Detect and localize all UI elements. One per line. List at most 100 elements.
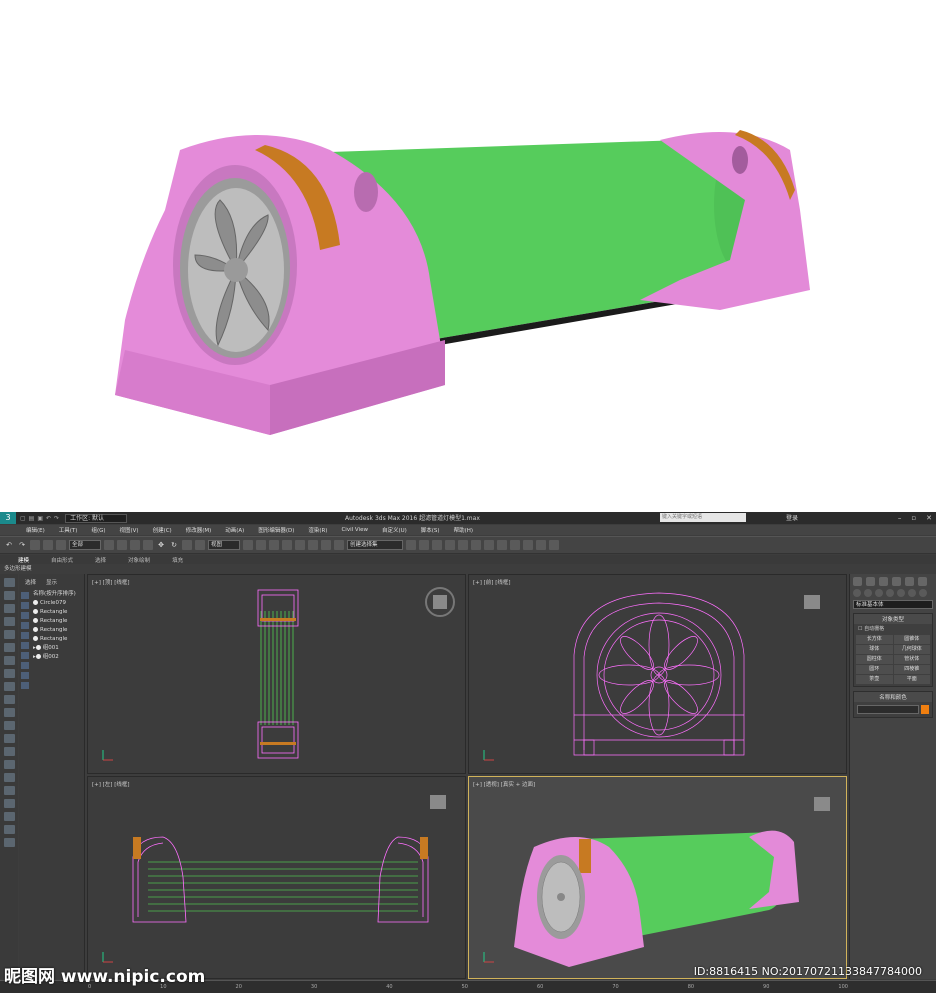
viewport-label[interactable]: [+] [左] [线框] bbox=[92, 780, 129, 788]
render-iterative-icon[interactable] bbox=[536, 540, 546, 550]
filter-container-icon[interactable] bbox=[21, 682, 29, 689]
tube-button[interactable]: 管状体 bbox=[893, 655, 930, 664]
cylinder-button[interactable]: 圆柱体 bbox=[856, 655, 893, 664]
angle-snap-icon[interactable] bbox=[295, 540, 305, 550]
menu-graph-editors[interactable]: 图形编辑器(D) bbox=[258, 526, 294, 534]
hierarchy-tab-icon[interactable] bbox=[879, 577, 888, 586]
shape-icon[interactable] bbox=[3, 656, 15, 665]
scene-tab-select[interactable]: 选择 bbox=[25, 578, 36, 586]
torus-button[interactable]: 圆环 bbox=[856, 665, 893, 674]
named-selection-set[interactable]: 创建选择集 bbox=[347, 540, 403, 550]
menu-group[interactable]: 组(G) bbox=[91, 526, 105, 534]
viewcube-icon[interactable] bbox=[430, 795, 446, 809]
edit-named-selection-icon[interactable] bbox=[334, 540, 344, 550]
search-input[interactable]: 键入关键字或短语 bbox=[660, 513, 746, 522]
filter-xref-icon[interactable] bbox=[21, 662, 29, 669]
filter-spacewarp-icon[interactable] bbox=[21, 642, 29, 649]
select-by-name-icon[interactable] bbox=[117, 540, 127, 550]
hierarchy-icon[interactable] bbox=[3, 604, 15, 613]
spinner-snap-icon[interactable] bbox=[321, 540, 331, 550]
object-name-field[interactable] bbox=[857, 705, 919, 714]
bone-icon[interactable] bbox=[3, 760, 15, 769]
motion-tab-icon[interactable] bbox=[892, 577, 901, 586]
rollout-title[interactable]: 对象类型 bbox=[854, 614, 932, 624]
light-icon[interactable] bbox=[3, 630, 15, 639]
geosphere-button[interactable]: 几何球体 bbox=[893, 645, 930, 654]
xref-icon[interactable] bbox=[3, 799, 15, 808]
bind-spacewarp-icon[interactable] bbox=[56, 540, 66, 550]
box-button[interactable]: 长方体 bbox=[856, 635, 893, 644]
filter-light-icon[interactable] bbox=[21, 612, 29, 619]
tab-freeform[interactable]: 自由形式 bbox=[51, 556, 73, 564]
particle-icon[interactable] bbox=[3, 773, 15, 782]
sun-icon[interactable] bbox=[3, 734, 15, 743]
viewport-label[interactable]: [+] [前] [线框] bbox=[473, 578, 510, 586]
spacewarps-sub-icon[interactable] bbox=[908, 589, 916, 597]
render-icon[interactable] bbox=[523, 540, 533, 550]
helper-icon[interactable] bbox=[3, 682, 15, 691]
workspace-select[interactable]: 工作区: 默认 bbox=[65, 513, 128, 523]
curve-editor-icon[interactable] bbox=[458, 540, 468, 550]
plane-button[interactable]: 平面 bbox=[893, 675, 930, 684]
menu-civil-view[interactable]: Civil View bbox=[341, 527, 367, 533]
menu-edit[interactable]: 编辑(E) bbox=[26, 526, 45, 534]
geometry-icon[interactable] bbox=[3, 643, 15, 652]
geometry-sub-icon[interactable] bbox=[853, 589, 861, 597]
system-icon[interactable] bbox=[3, 708, 15, 717]
scene-list-header[interactable]: 名称(按升序排序) bbox=[33, 590, 76, 599]
modify-tab-icon[interactable] bbox=[866, 577, 875, 586]
app-logo-icon[interactable]: 3 bbox=[0, 512, 16, 524]
undo-icon[interactable]: ↶ bbox=[46, 515, 51, 522]
snap-icon[interactable] bbox=[282, 540, 292, 550]
reference-coordinate-system[interactable]: 视图 bbox=[208, 540, 240, 550]
viewport-perspective[interactable]: [+] [透视] [真实 + 边面] bbox=[468, 776, 847, 979]
menu-help[interactable]: 帮助(H) bbox=[454, 526, 473, 534]
render-setup-icon[interactable] bbox=[497, 540, 507, 550]
schematic-view-icon[interactable] bbox=[471, 540, 481, 550]
redo-icon[interactable]: ↷ bbox=[54, 515, 59, 522]
filter-icon[interactable] bbox=[3, 721, 15, 730]
rollout-title[interactable]: 名称和颜色 bbox=[854, 692, 932, 702]
object-color-swatch[interactable] bbox=[921, 705, 929, 714]
open-icon[interactable]: ▤ bbox=[29, 515, 35, 522]
shapes-sub-icon[interactable] bbox=[864, 589, 872, 597]
window-crossing-icon[interactable] bbox=[143, 540, 153, 550]
select-object-icon[interactable] bbox=[104, 540, 114, 550]
viewcube-icon[interactable] bbox=[804, 595, 820, 609]
layer-icon[interactable] bbox=[432, 540, 442, 550]
material-editor-icon[interactable] bbox=[484, 540, 494, 550]
list-item[interactable]: ▸ 组001 bbox=[33, 644, 76, 653]
layer-explorer-icon[interactable] bbox=[3, 617, 15, 626]
list-item[interactable]: ▸ 组002 bbox=[33, 653, 76, 662]
menu-views[interactable]: 视图(V) bbox=[120, 526, 139, 534]
cube-icon[interactable] bbox=[3, 747, 15, 756]
list-item[interactable]: Rectangle bbox=[33, 617, 76, 626]
viewport-label[interactable]: [+] [透视] [真实 + 边面] bbox=[473, 780, 535, 788]
cone-button[interactable]: 圆锥体 bbox=[893, 635, 930, 644]
utilities-tab-icon[interactable] bbox=[918, 577, 927, 586]
ribbon-toggle-icon[interactable] bbox=[445, 540, 455, 550]
close-icon[interactable]: ✕ bbox=[926, 512, 932, 524]
login-link[interactable]: 登录 bbox=[786, 513, 798, 522]
primitive-type-select[interactable]: 标准基本体 bbox=[853, 600, 933, 609]
container-icon[interactable] bbox=[3, 812, 15, 821]
select-manipulate-icon[interactable] bbox=[256, 540, 266, 550]
save-icon[interactable]: ▣ bbox=[37, 515, 43, 522]
viewport-top[interactable]: [+] [顶] [线框] bbox=[87, 574, 466, 774]
pyramid-button[interactable]: 四棱锥 bbox=[893, 665, 930, 674]
viewcube-icon[interactable] bbox=[814, 797, 830, 811]
filter-helper-icon[interactable] bbox=[21, 632, 29, 639]
menu-customize[interactable]: 自定义(U) bbox=[382, 526, 407, 534]
filter-camera-icon[interactable] bbox=[21, 622, 29, 629]
tab-selection[interactable]: 选择 bbox=[95, 556, 106, 564]
selection-filter[interactable]: 全部 bbox=[69, 540, 101, 550]
teapot-button[interactable]: 茶壶 bbox=[856, 675, 893, 684]
region-select-icon[interactable] bbox=[130, 540, 140, 550]
a360-icon[interactable] bbox=[549, 540, 559, 550]
tab-object-paint[interactable]: 对象绘制 bbox=[128, 556, 150, 564]
settings-icon[interactable] bbox=[3, 838, 15, 847]
ribbon-subtab[interactable]: 多边形建模 bbox=[4, 564, 32, 572]
scene-explorer-icon[interactable] bbox=[3, 578, 15, 587]
new-icon[interactable]: ▢ bbox=[20, 515, 26, 522]
rendered-frame-icon[interactable] bbox=[510, 540, 520, 550]
